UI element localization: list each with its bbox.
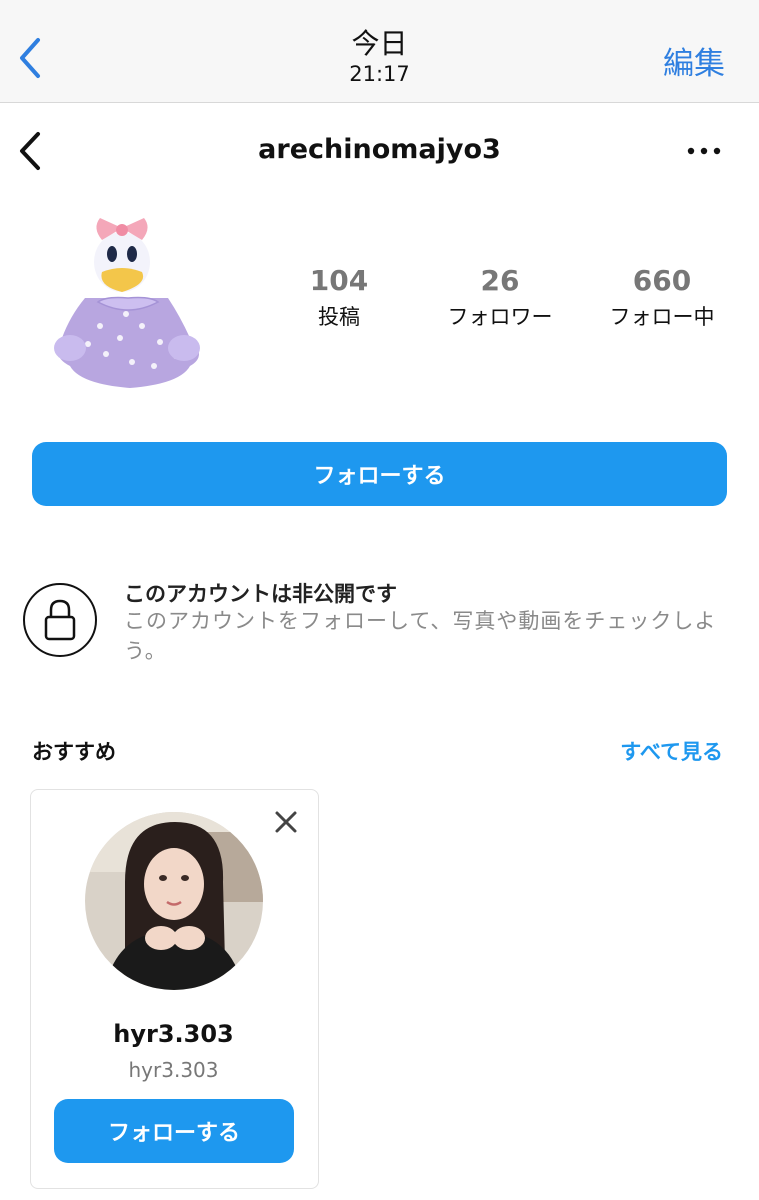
suggestions-title: おすすめ xyxy=(32,740,116,764)
more-options-button[interactable] xyxy=(684,140,724,162)
avatar-image xyxy=(54,218,200,388)
private-account-title: このアカウントは非公開です xyxy=(124,582,397,606)
stat-followers-label: フォロワー xyxy=(447,305,553,329)
follow-button[interactable]: フォローする xyxy=(32,442,727,506)
stat-following-value: 660 xyxy=(632,264,692,297)
stat-followers[interactable]: 26 フォロワー xyxy=(425,264,575,331)
photos-time: 21:17 xyxy=(349,62,410,86)
suggestion-name: hyr3.303 xyxy=(113,1020,234,1048)
suggestion-avatar[interactable] xyxy=(85,812,263,990)
more-horizontal-icon xyxy=(687,147,721,155)
close-icon xyxy=(275,811,297,833)
stat-following[interactable]: 660 フォロー中 xyxy=(587,264,737,331)
stat-following-label: フォロー中 xyxy=(609,305,715,329)
see-all-link[interactable]: すべて見る xyxy=(620,736,723,766)
profile-avatar[interactable] xyxy=(40,206,210,396)
stat-posts-value: 104 xyxy=(309,264,369,297)
photos-date-title: 今日 xyxy=(351,27,408,60)
stat-posts-label: 投稿 xyxy=(318,305,360,329)
suggestion-avatar-image xyxy=(85,812,263,990)
private-account-description: このアカウントをフォローして、写真や動画をチェックしよう。 xyxy=(124,609,717,663)
suggestion-handle: hyr3.303 xyxy=(128,1058,219,1082)
profile-username: arechinomajyo3 xyxy=(258,134,501,165)
dismiss-suggestion-button[interactable] xyxy=(272,808,300,836)
suggestion-follow-button[interactable]: フォローする xyxy=(54,1099,294,1163)
stat-followers-value: 26 xyxy=(480,264,520,297)
lock-badge xyxy=(22,582,98,658)
stat-posts[interactable]: 104 投稿 xyxy=(264,264,414,331)
edit-button[interactable]: 編集 xyxy=(663,38,725,83)
lock-icon xyxy=(23,583,97,657)
